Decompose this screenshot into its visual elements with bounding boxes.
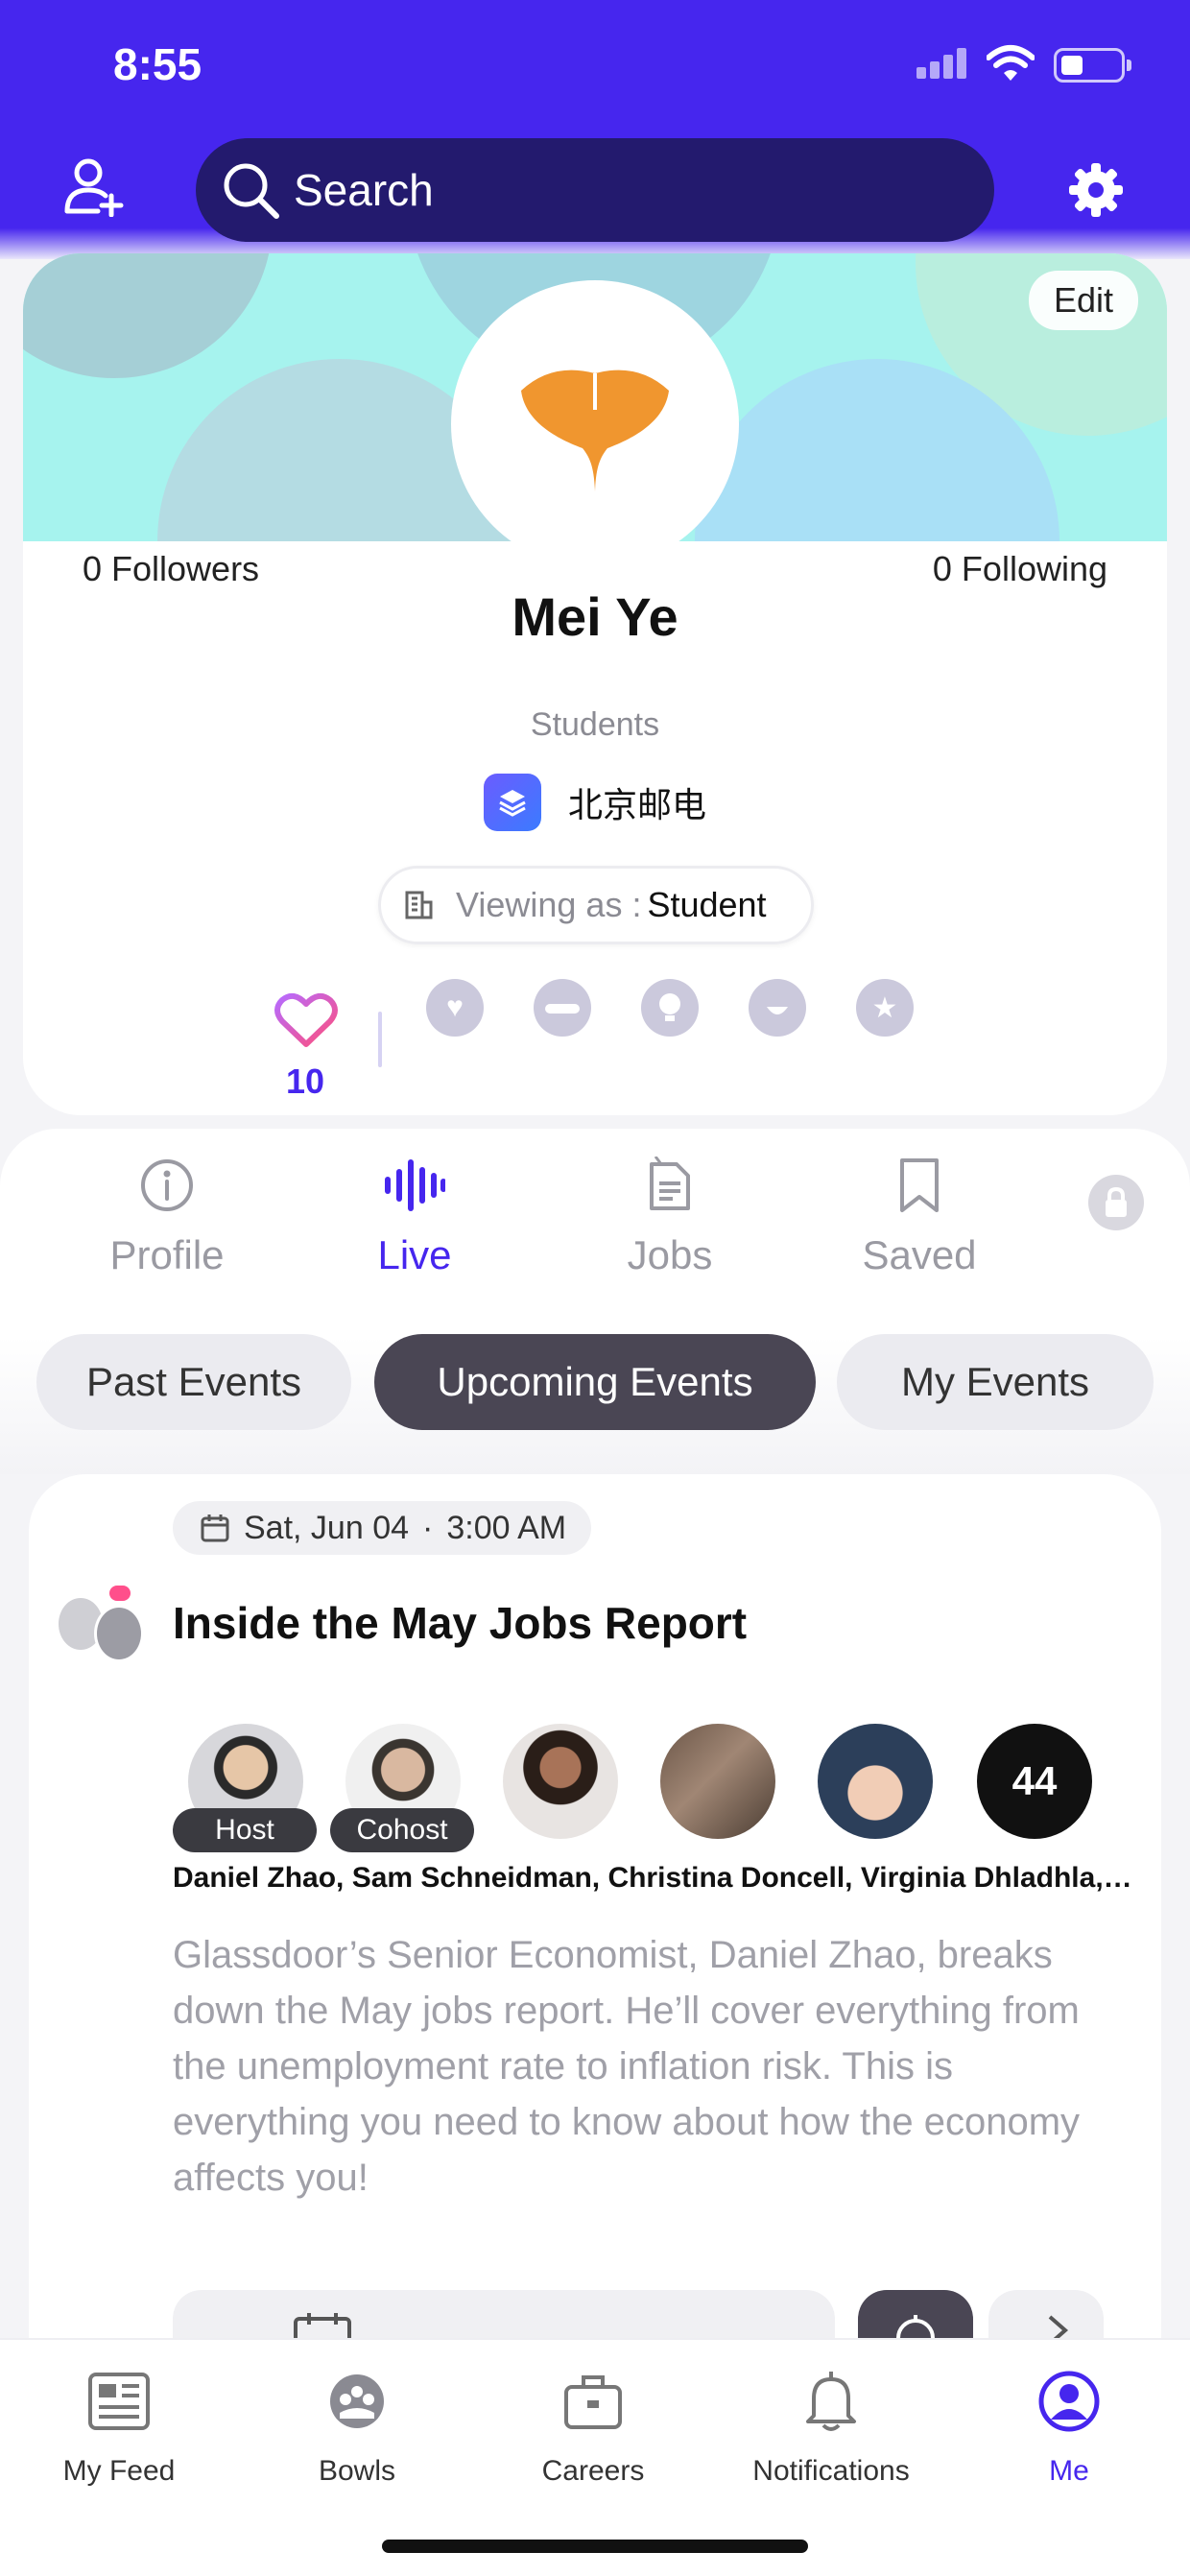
more-speakers-count[interactable]: 44 (977, 1724, 1092, 1839)
viewing-as-label: Viewing as : (456, 885, 642, 924)
thumbs-up-reaction-icon[interactable] (534, 979, 591, 1037)
host-badge: Host (173, 1808, 317, 1852)
info-icon (141, 1159, 193, 1211)
bookmark-icon (900, 1158, 939, 1212)
home-indicator[interactable] (382, 2540, 808, 2553)
newspaper-icon (88, 2373, 150, 2430)
event-date: Sat, Jun 04 (244, 1509, 410, 1546)
tab-profile[interactable]: Profile (71, 1152, 263, 1278)
document-icon (650, 1157, 690, 1210)
edit-cover-button[interactable]: Edit (1028, 271, 1138, 330)
nav-label: Careers (541, 2455, 645, 2487)
viewing-as-value: Student (647, 885, 767, 924)
nav-bowls[interactable]: Bowls (242, 2365, 472, 2488)
profile-role: Students (530, 706, 660, 743)
tab-label: Jobs (627, 1232, 713, 1277)
profile-card: Edit 0 Followers 0 Following Mei Ye Stud… (23, 253, 1167, 1115)
bell-icon (806, 2372, 856, 2431)
school-name: 北京邮电 (567, 786, 706, 825)
tab-label: Live (377, 1232, 452, 1277)
tab-label: Profile (109, 1232, 225, 1277)
top-header: 8:55 (0, 0, 1190, 259)
building-icon (405, 891, 433, 919)
reaction-divider (378, 1012, 382, 1067)
event-host-avatars (56, 1586, 146, 1662)
wifi-icon (987, 45, 1035, 81)
search-icon (224, 163, 279, 219)
event-card[interactable]: Sat, Jun 04 · 3:00 AM Inside the May Job… (29, 1474, 1161, 2434)
tab-saved[interactable]: Saved (823, 1152, 1015, 1278)
event-time: 3:00 AM (446, 1509, 567, 1546)
heart-icon[interactable] (274, 990, 338, 1050)
profile-name: Mei Ye (512, 586, 678, 647)
gear-icon[interactable] (1065, 159, 1127, 221)
nav-label: Notifications (752, 2455, 910, 2487)
add-user-icon[interactable] (63, 155, 125, 217)
school-row[interactable]: 北京邮电 (23, 774, 1167, 831)
nav-careers[interactable]: Careers (478, 2365, 708, 2488)
status-time: 8:55 (113, 39, 202, 89)
nav-label: My Feed (62, 2455, 176, 2487)
nav-my-feed[interactable]: My Feed (4, 2365, 234, 2488)
laugh-reaction-icon[interactable] (749, 979, 806, 1037)
following-count[interactable]: 0 Following (933, 549, 1107, 589)
search-input[interactable] (294, 164, 927, 216)
like-count: 10 (286, 1061, 325, 1101)
tab-label: Saved (862, 1232, 977, 1277)
layers-icon (483, 774, 541, 831)
cohost-badge: Cohost (330, 1808, 474, 1852)
viewing-as-toggle[interactable]: Viewing as : Student (378, 866, 814, 944)
avatar[interactable] (451, 280, 739, 568)
lightbulb-reaction-icon[interactable] (641, 979, 699, 1037)
calendar-icon (201, 1515, 229, 1542)
event-date-pill: Sat, Jun 04 · 3:00 AM (173, 1501, 592, 1555)
tab-jobs[interactable]: Jobs (574, 1152, 766, 1278)
upcoming-events-button[interactable]: Upcoming Events (374, 1334, 816, 1430)
nav-label: Me (1049, 2455, 1089, 2487)
briefcase-icon (564, 2375, 622, 2429)
battery-icon (1054, 48, 1131, 83)
speaker-names: Daniel Zhao, Sam Schneidman, Christina D… (173, 1862, 1132, 1894)
speaker-avatar[interactable] (660, 1724, 775, 1839)
star-reaction-icon[interactable]: ★ (856, 979, 914, 1037)
search-bar[interactable] (196, 138, 994, 242)
nav-me[interactable]: Me (954, 2365, 1184, 2488)
bowl-icon (330, 2374, 384, 2428)
event-title[interactable]: Inside the May Jobs Report (173, 1597, 747, 1649)
person-icon (1038, 2371, 1100, 2432)
followers-count[interactable]: 0 Followers (83, 549, 259, 589)
date-separator: · (422, 1509, 434, 1546)
nav-notifications[interactable]: Notifications (716, 2365, 946, 2488)
nav-label: Bowls (318, 2455, 396, 2487)
speaker-avatar[interactable] (503, 1724, 618, 1839)
lock-icon[interactable] (1088, 1175, 1144, 1230)
cellular-signal-icon (916, 48, 966, 79)
ginkgo-leaf-icon (521, 370, 669, 491)
past-events-button[interactable]: Past Events (36, 1334, 351, 1430)
speaker-avatar[interactable] (818, 1724, 933, 1839)
audio-wave-icon (385, 1159, 445, 1211)
my-events-button[interactable]: My Events (837, 1334, 1154, 1430)
tab-live[interactable]: Live (319, 1152, 511, 1278)
heart-reaction-icon[interactable]: ♥ (426, 979, 484, 1037)
event-description: Glassdoor’s Senior Economist, Daniel Zha… (173, 1934, 1081, 2199)
